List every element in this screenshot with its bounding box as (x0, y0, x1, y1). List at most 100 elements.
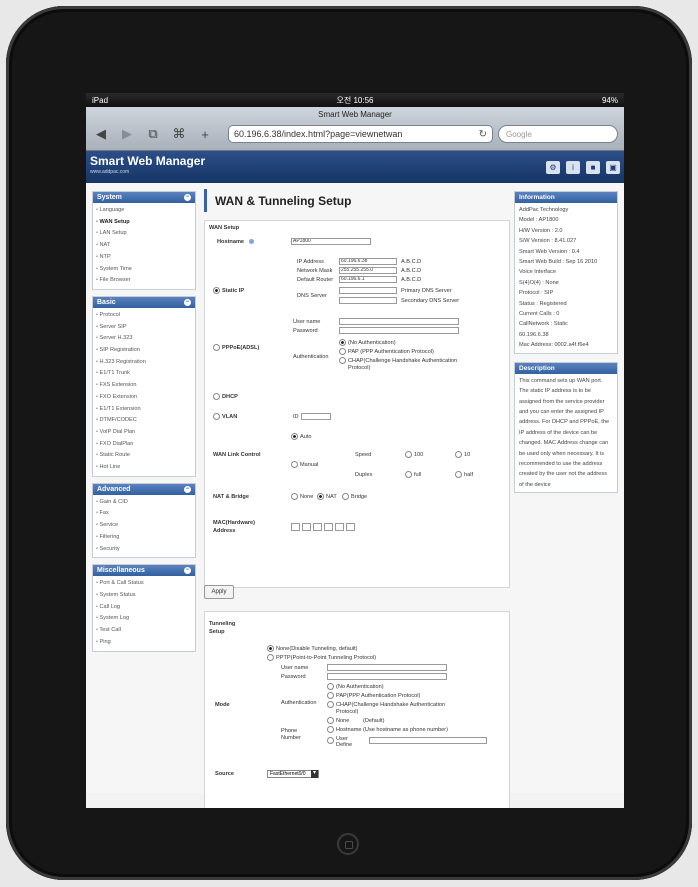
sidebar-item[interactable]: System Time (96, 264, 192, 276)
sidebar-item[interactable]: Server SIP (96, 322, 192, 334)
link-manual-radio[interactable] (291, 461, 298, 468)
tunnel-none-radio[interactable] (267, 645, 274, 652)
help-icon[interactable] (249, 239, 254, 244)
speed-10-radio[interactable] (455, 451, 462, 458)
tunnel-pptp-radio[interactable] (267, 654, 274, 661)
sidebar-item[interactable]: Call Log (96, 602, 192, 614)
pn-user-radio[interactable] (327, 737, 334, 744)
tunnel-auth-pap-radio[interactable] (327, 692, 334, 699)
tunnel-auth-chap-radio[interactable] (327, 701, 334, 708)
mac-octet-input[interactable] (324, 523, 333, 531)
sidebar-item[interactable]: NTP (96, 252, 192, 264)
address-bar[interactable]: 60.196.6.38/index.html?page=viewnetwan ↻ (228, 125, 493, 143)
add-bookmark-icon[interactable]: + (196, 127, 214, 142)
sidebar-item[interactable]: WAN Setup (96, 217, 192, 229)
collapse-icon[interactable]: − (184, 194, 191, 201)
sidebar-item[interactable]: Port & Call Status (96, 578, 192, 590)
sidebar-item[interactable]: Security (96, 544, 192, 556)
sidebar-section-header[interactable]: Basic − (93, 296, 195, 308)
sidebar-item[interactable]: Filtering (96, 532, 192, 544)
sidebar-item[interactable]: LAN Setup (96, 228, 192, 240)
settings-icon[interactable]: ⚙ (546, 160, 560, 174)
sidebar-item[interactable]: Protocol (96, 310, 192, 322)
pn-hostname-radio[interactable] (327, 726, 334, 733)
nb-bridge-radio[interactable] (342, 493, 349, 500)
sidebar-item[interactable]: Fax (96, 508, 192, 520)
auth-none-radio[interactable] (339, 339, 346, 346)
save-icon[interactable]: ■ (586, 160, 600, 174)
sidebar-item[interactable]: File Browser (96, 275, 192, 287)
pn-none-radio[interactable] (327, 717, 334, 724)
sidebar-item[interactable]: Hot Line (96, 462, 192, 474)
pppoe-password-input[interactable] (339, 327, 459, 334)
apply-button[interactable]: Apply (204, 585, 234, 599)
search-field[interactable]: Google (498, 125, 618, 143)
nb-nat-radio[interactable] (317, 493, 324, 500)
sidebar-item[interactable]: E1/T1 Trunk (96, 368, 192, 380)
secondary-dns-input[interactable] (339, 297, 397, 304)
tunnel-username-input[interactable] (327, 664, 447, 671)
mac-octet-input[interactable] (335, 523, 344, 531)
sidebar-section-header[interactable]: Miscellaneous − (93, 565, 195, 577)
sidebar-item[interactable]: VoIP Dial Plan (96, 427, 192, 439)
default-router-input[interactable]: 60.196.6.1 (339, 276, 397, 283)
sidebar-item[interactable]: System Status (96, 590, 192, 602)
primary-dns-input[interactable] (339, 287, 397, 294)
ip-address-input[interactable]: 60.196.6.38 (339, 258, 397, 265)
static-ip-radio[interactable] (213, 287, 220, 294)
tabs-icon[interactable]: ⧉ (144, 126, 162, 142)
sidebar-item[interactable]: Gain & CID (96, 497, 192, 509)
duplex-half-radio[interactable] (455, 471, 462, 478)
back-arrow-icon[interactable]: ◀ (92, 126, 110, 142)
mac-octet-input[interactable] (346, 523, 355, 531)
tunnel-password-input[interactable] (327, 673, 447, 680)
sidebar-item[interactable]: Service (96, 520, 192, 532)
info-icon[interactable]: i (566, 160, 580, 174)
vlan-id-input[interactable] (301, 413, 331, 420)
nb-none-radio[interactable] (291, 493, 298, 500)
sidebar-section-header[interactable]: System − (93, 192, 195, 203)
speed-100-radio[interactable] (405, 451, 412, 458)
duplex-full-radio[interactable] (405, 471, 412, 478)
sidebar-item[interactable]: Test Call (96, 625, 192, 637)
sidebar-item[interactable]: Static Route (96, 450, 192, 462)
window-icon[interactable]: ▣ (606, 160, 620, 174)
pppoe-username-input[interactable] (339, 318, 459, 325)
sidebar-section-header[interactable]: Advanced − (93, 483, 195, 495)
sidebar-item[interactable]: H.323 Registration (96, 357, 192, 369)
home-button[interactable] (337, 833, 359, 855)
collapse-icon[interactable]: − (184, 485, 191, 493)
sidebar-item[interactable]: DTMF/CODEC (96, 415, 192, 427)
sidebar-item[interactable]: Ping (96, 637, 192, 649)
hostname-input[interactable]: AP1800 (291, 238, 371, 245)
collapse-icon[interactable]: − (184, 567, 191, 575)
network-mask-input[interactable]: 255.255.255.0 (339, 267, 397, 274)
collapse-icon[interactable]: − (184, 298, 191, 306)
tunnel-auth-none-radio[interactable] (327, 683, 334, 690)
link-auto-radio[interactable] (291, 433, 298, 440)
reload-icon[interactable]: ↻ (479, 129, 487, 140)
auth-pap-radio[interactable] (339, 348, 346, 355)
pppoe-radio[interactable] (213, 344, 220, 351)
auth-chap-radio[interactable] (339, 357, 346, 364)
vlan-checkbox[interactable] (213, 413, 220, 420)
sidebar-item[interactable]: NAT (96, 240, 192, 252)
sidebar-item[interactable]: Server H.323 (96, 333, 192, 345)
forward-arrow-icon[interactable]: ▶ (118, 126, 136, 142)
bookmarks-icon[interactable]: ⌘ (170, 126, 188, 142)
sidebar-item[interactable]: SIP Registration (96, 345, 192, 357)
sidebar-item[interactable]: FXS Extension (96, 380, 192, 392)
source-select[interactable]: FastEthernet0/0 (267, 770, 319, 778)
mac-octet-input[interactable] (302, 523, 311, 531)
sidebar-item[interactable]: System Log (96, 613, 192, 625)
sidebar-item[interactable]: FXO DialPlan (96, 439, 192, 451)
sidebar-item[interactable]: FXO Extension (96, 392, 192, 404)
dhcp-radio[interactable] (213, 393, 220, 400)
pn-user-input[interactable] (369, 737, 487, 744)
mac-octet-input[interactable] (291, 523, 300, 531)
pn-default-label: (Default) (363, 718, 385, 724)
mac-octet-input[interactable] (313, 523, 322, 531)
sidebar-item[interactable]: E1/T1 Extension (96, 404, 192, 416)
logo[interactable]: Smart Web Manager www.addpac.com (90, 155, 205, 178)
sidebar-item[interactable]: Language (96, 205, 192, 217)
